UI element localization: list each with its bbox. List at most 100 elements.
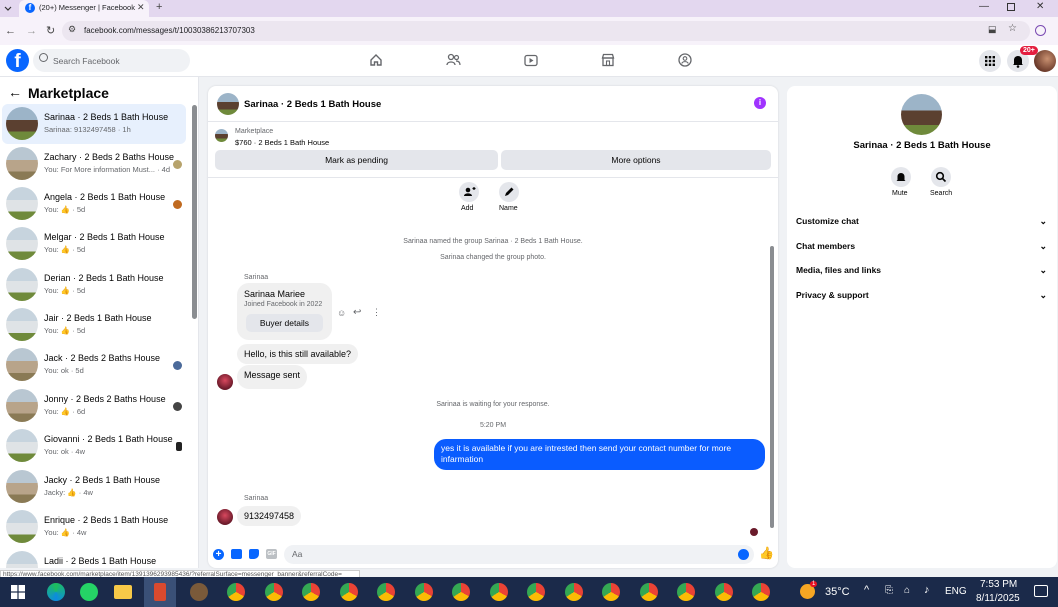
marketplace-icon[interactable] [601, 53, 615, 67]
thumbs-up-icon[interactable]: 👍 [759, 546, 774, 560]
clock-time[interactable]: 7:53 PM [980, 579, 1017, 590]
chrome-icon[interactable] [677, 583, 695, 601]
conversation-preview: You: 👍 · 5d [44, 245, 86, 254]
conversation-item[interactable]: Melgar · 2 Beds 1 Bath House You: 👍 · 5d [2, 224, 186, 264]
chrome-icon[interactable] [527, 583, 545, 601]
facebook-logo-icon[interactable]: f [6, 49, 29, 72]
meet-now-icon[interactable]: ⎘ [885, 585, 893, 596]
conversation-item[interactable]: Jonny · 2 Beds 2 Baths House You: 👍 · 6d [2, 386, 186, 426]
chat-scrollbar[interactable] [770, 246, 774, 528]
privacy-support-section[interactable]: Privacy & support ⌄ [796, 290, 1049, 310]
conversation-info-icon[interactable]: i [754, 97, 766, 109]
install-icon[interactable]: ⬓ [988, 24, 997, 35]
forward-icon[interactable]: → [26, 25, 37, 37]
customize-chat-section[interactable]: Customize chat ⌄ [796, 216, 1049, 236]
more-options-label: More options [611, 155, 661, 165]
conversation-item[interactable]: Derian · 2 Beds 1 Bath House You: 👍 · 5d [2, 265, 186, 305]
conversation-item[interactable]: Jack · 2 Beds 2 Baths House You: ok · 5d [2, 345, 186, 385]
restore-icon[interactable] [1007, 3, 1015, 11]
conversation-item[interactable]: Zachary · 2 Beds 2 Baths House You: For … [2, 144, 186, 184]
window-close-icon[interactable]: ✕ [1036, 1, 1044, 12]
language-indicator[interactable]: ENG [945, 586, 967, 597]
volume-icon[interactable]: ♪ [924, 584, 930, 596]
edge-icon[interactable] [47, 583, 65, 601]
network-icon[interactable]: ⌂ [904, 585, 910, 596]
back-arrow-icon[interactable]: ← [8, 84, 22, 100]
photo-icon[interactable] [231, 549, 242, 559]
composer-add-icon[interactable]: + [213, 549, 224, 560]
gif-icon[interactable]: GIF [266, 549, 277, 559]
name-group-button[interactable] [499, 182, 519, 202]
mark-as-pending-button[interactable]: Mark as pending [215, 150, 498, 170]
message-input[interactable]: Aa [284, 545, 754, 564]
chat-header-avatar[interactable] [217, 93, 239, 115]
chrome-icon[interactable] [452, 583, 470, 601]
search-in-conversation-button[interactable] [931, 167, 951, 187]
emoji-icon[interactable] [738, 549, 749, 560]
buyer-details-button[interactable]: Buyer details [246, 314, 323, 332]
chrome-icon[interactable] [302, 583, 320, 601]
chrome-icon[interactable] [377, 583, 395, 601]
chrome-icon[interactable] [640, 583, 658, 601]
chrome-icon[interactable] [602, 583, 620, 601]
notification-center-icon[interactable] [1034, 585, 1048, 597]
conversation-item[interactable]: Sarinaa · 2 Beds 1 Bath House Sarinaa: 9… [2, 104, 186, 144]
conversation-item[interactable]: Jair · 2 Beds 1 Bath House You: 👍 · 5d [2, 305, 186, 345]
react-icon[interactable]: ☺ [337, 308, 346, 318]
new-tab-icon[interactable]: + [156, 1, 162, 13]
group-photo[interactable] [901, 94, 942, 135]
back-icon[interactable]: ← [5, 25, 16, 37]
address-bar[interactable]: ⚙ facebook.com/messages/t/10030386213707… [62, 21, 1030, 41]
chat-header-title[interactable]: Sarinaa · 2 Beds 1 Bath House [244, 99, 381, 110]
tab-close-icon[interactable]: ✕ [137, 2, 145, 13]
sticker-icon[interactable] [249, 549, 259, 559]
app-icon[interactable] [190, 583, 208, 601]
chrome-icon[interactable] [490, 583, 508, 601]
clock-date[interactable]: 8/11/2025 [976, 593, 1020, 604]
chrome-icon[interactable] [227, 583, 245, 601]
groups-icon[interactable] [678, 53, 692, 67]
conversation-item[interactable]: Giovanni · 2 Beds 1 Bath House You: ok ·… [2, 426, 186, 466]
listing-thumbnail[interactable] [215, 129, 228, 142]
add-people-button[interactable] [459, 182, 479, 202]
sidebar-scrollbar[interactable] [192, 105, 197, 319]
sender-avatar[interactable] [217, 374, 233, 390]
more-actions-icon[interactable]: ⋮ [372, 307, 381, 318]
chrome-icon[interactable] [752, 583, 770, 601]
media-files-links-section[interactable]: Media, files and links ⌄ [796, 265, 1049, 285]
show-hidden-icons-icon[interactable]: ^ [864, 584, 869, 596]
friends-icon[interactable] [446, 53, 461, 67]
chrome-icon[interactable] [265, 583, 283, 601]
conversation-item[interactable]: Ladii · 2 Beds 1 Bath House [2, 548, 186, 568]
reload-icon[interactable]: ↻ [46, 24, 55, 37]
browser-tab-active[interactable]: f (20+) Messenger | Facebook ✕ [19, 0, 149, 17]
site-info-icon[interactable]: ⚙ [68, 24, 76, 35]
watch-icon[interactable] [524, 54, 538, 67]
tab-list-icon[interactable] [3, 3, 13, 13]
chrome-icon[interactable] [715, 583, 733, 601]
chat-members-section[interactable]: Chat members ⌄ [796, 241, 1049, 261]
minimize-icon[interactable]: — [979, 1, 989, 12]
home-icon[interactable] [369, 53, 383, 67]
active-app-icon[interactable] [144, 577, 176, 607]
windows-start-icon[interactable] [11, 585, 25, 599]
chrome-icon[interactable] [340, 583, 358, 601]
file-explorer-icon[interactable] [114, 585, 132, 599]
conversation-item[interactable]: Angela · 2 Beds 1 Bath House You: 👍 · 5d [2, 184, 186, 224]
profile-icon[interactable] [1035, 25, 1046, 36]
mute-button[interactable] [891, 167, 911, 187]
more-options-button[interactable]: More options [501, 150, 771, 170]
sender-avatar[interactable] [217, 509, 233, 525]
whatsapp-icon[interactable] [80, 583, 98, 601]
conversation-item[interactable]: Jacky · 2 Beds 1 Bath House Jacky: 👍 · 4… [2, 467, 186, 507]
menu-grid-icon[interactable] [979, 50, 1001, 72]
search-facebook-input[interactable]: Search Facebook [33, 49, 190, 72]
chrome-icon[interactable] [565, 583, 583, 601]
conversation-item[interactable]: Enrique · 2 Beds 1 Bath House You: 👍 · 4… [2, 507, 186, 547]
account-avatar[interactable] [1034, 50, 1056, 72]
chrome-icon[interactable] [415, 583, 433, 601]
bookmark-star-icon[interactable]: ☆ [1008, 23, 1017, 34]
message-text: 9132497458 [244, 511, 295, 521]
listing-text[interactable]: $760 · 2 Beds 1 Bath House [235, 138, 329, 147]
reply-icon[interactable]: ↩ [353, 307, 361, 318]
